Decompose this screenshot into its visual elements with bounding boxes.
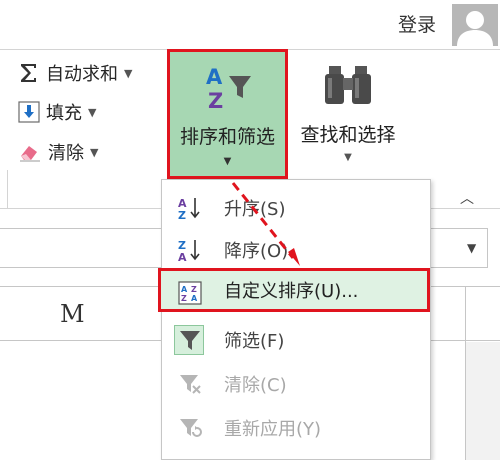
clear-button[interactable]: 清除 ▼ [18, 139, 98, 165]
menu-item-label: 清除(C) [224, 375, 287, 396]
menu-item-filter[interactable]: 筛选(F) [162, 318, 430, 362]
eraser-icon [20, 146, 40, 162]
user-silhouette-icon [457, 11, 493, 46]
clear-filter-icon [180, 375, 201, 394]
reapply-filter-icon [180, 419, 202, 437]
ribbon-group-divider [7, 170, 8, 208]
svg-text:Z: Z [178, 209, 186, 220]
menu-item-label: 自定义排序(U)... [224, 281, 359, 302]
avatar[interactable] [452, 4, 498, 46]
clear-label: 清除 [48, 143, 84, 164]
sigma-icon [21, 64, 36, 82]
svg-text:Z: Z [208, 89, 223, 112]
sort-filter-button[interactable]: A Z 排序和筛选 ▼ [167, 49, 288, 179]
custom-sort-icon: A Z Z A [178, 281, 202, 305]
menu-item-sort-ascending[interactable]: A Z 升序(S) [162, 186, 430, 230]
chevron-down-icon: ▼ [344, 152, 352, 163]
chevron-down-icon[interactable]: ▼ [124, 67, 132, 80]
svg-text:Z: Z [191, 285, 197, 294]
fill-button[interactable]: 填充 ▼ [18, 99, 96, 125]
svg-text:A: A [178, 251, 187, 262]
fill-down-arrow-icon [18, 101, 40, 123]
menu-item-label: 筛选(F) [224, 331, 285, 352]
sign-in-link[interactable]: 登录 [398, 10, 436, 37]
chevron-down-icon: ▼ [223, 156, 232, 167]
menu-item-sort-descending[interactable]: Z A 降序(O) [162, 228, 430, 272]
autosum-label: 自动求和 [46, 64, 118, 85]
autosum-button[interactable]: 自动求和 ▼ [18, 60, 132, 86]
svg-text:A: A [181, 285, 188, 294]
binoculars-icon [325, 66, 371, 104]
filter-funnel-icon [180, 331, 200, 350]
fill-label: 填充 [46, 103, 82, 124]
sort-az-filter-icon: A Z [206, 65, 251, 112]
vertical-scrollbar[interactable] [466, 342, 500, 460]
menu-item-label: 降序(O) [224, 241, 289, 262]
menu-item-clear-filter: 清除(C) [162, 362, 430, 406]
expand-formula-bar-icon[interactable]: ▼ [467, 241, 476, 255]
menu-item-label: 升序(S) [224, 199, 286, 220]
chevron-down-icon[interactable]: ▼ [88, 106, 96, 119]
column-header-m[interactable]: M [60, 300, 85, 328]
svg-text:Z: Z [181, 294, 187, 303]
sort-filter-menu: A Z 升序(S) Z A 降序(O) A Z Z A 自定义排序(U)... … [158, 179, 431, 460]
find-select-button[interactable]: 查找和选择 ▼ [292, 52, 404, 172]
sort-ascending-icon: A Z [178, 197, 200, 220]
menu-item-custom-sort[interactable]: A Z Z A 自定义排序(U)... [158, 268, 430, 312]
find-select-label: 查找和选择 [300, 124, 396, 146]
sort-filter-label: 排序和筛选 [179, 126, 275, 148]
svg-text:A: A [191, 294, 198, 303]
collapse-ribbon-icon[interactable]: ︿ [460, 188, 474, 208]
menu-item-label: 重新应用(Y) [224, 419, 322, 440]
chevron-down-icon[interactable]: ▼ [90, 146, 98, 159]
menu-item-reapply: 重新应用(Y) [162, 406, 430, 450]
sort-descending-icon: Z A [178, 239, 200, 262]
svg-text:A: A [206, 65, 223, 89]
